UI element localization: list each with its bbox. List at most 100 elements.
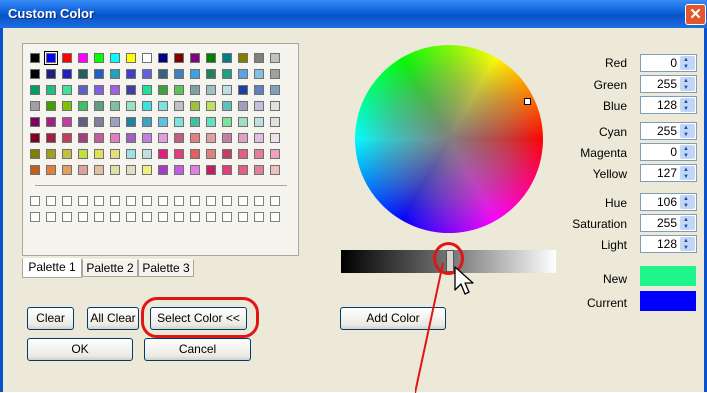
- palette-swatch[interactable]: [78, 53, 88, 63]
- palette-swatch[interactable]: [30, 69, 40, 79]
- palette-swatch[interactable]: [270, 117, 280, 127]
- custom-color-slot[interactable]: [190, 196, 200, 206]
- spin-arrows-icon[interactable]: ▲ ▼: [680, 237, 695, 251]
- palette-swatch[interactable]: [254, 53, 264, 63]
- spin-arrows-icon[interactable]: ▲ ▼: [680, 98, 695, 112]
- palette-swatch[interactable]: [110, 101, 120, 111]
- custom-color-slot[interactable]: [238, 212, 248, 222]
- palette-swatch[interactable]: [46, 165, 56, 175]
- close-button[interactable]: ✕: [685, 4, 706, 25]
- palette-swatch[interactable]: [94, 133, 104, 143]
- spin-arrows-icon[interactable]: ▲ ▼: [680, 166, 695, 180]
- palette-swatch[interactable]: [254, 85, 264, 95]
- palette-swatch[interactable]: [142, 85, 152, 95]
- tab-palette-2[interactable]: Palette 2: [82, 259, 138, 277]
- custom-color-slot[interactable]: [78, 196, 88, 206]
- palette-swatch[interactable]: [142, 117, 152, 127]
- palette-swatch[interactable]: [44, 51, 58, 65]
- color-wheel[interactable]: [355, 45, 543, 233]
- custom-color-slot[interactable]: [46, 212, 56, 222]
- palette-swatch[interactable]: [222, 165, 232, 175]
- palette-swatch[interactable]: [254, 117, 264, 127]
- spin-arrows-icon[interactable]: ▲ ▼: [680, 77, 695, 91]
- title-bar[interactable]: Custom Color ✕: [0, 0, 707, 28]
- palette-swatch[interactable]: [222, 133, 232, 143]
- palette-swatch[interactable]: [238, 133, 248, 143]
- saturation-spinner[interactable]: 255 ▲ ▼: [640, 214, 697, 232]
- custom-color-slot[interactable]: [158, 196, 168, 206]
- palette-swatch[interactable]: [142, 133, 152, 143]
- palette-swatch[interactable]: [270, 149, 280, 159]
- custom-color-slot[interactable]: [62, 212, 72, 222]
- palette-swatch[interactable]: [222, 117, 232, 127]
- palette-swatch[interactable]: [62, 133, 72, 143]
- palette-swatch[interactable]: [46, 85, 56, 95]
- green-spinner[interactable]: 255 ▲ ▼: [640, 75, 697, 93]
- palette-swatch[interactable]: [158, 133, 168, 143]
- light-spinner[interactable]: 128 ▲ ▼: [640, 235, 697, 253]
- palette-swatch[interactable]: [270, 53, 280, 63]
- palette-swatch[interactable]: [78, 133, 88, 143]
- palette-swatch[interactable]: [158, 69, 168, 79]
- yellow-spinner[interactable]: 127 ▲ ▼: [640, 164, 697, 182]
- palette-swatch[interactable]: [142, 149, 152, 159]
- custom-color-slot[interactable]: [222, 196, 232, 206]
- hue-spinner[interactable]: 106 ▲ ▼: [640, 193, 697, 211]
- palette-swatch[interactable]: [254, 133, 264, 143]
- palette-swatch[interactable]: [46, 117, 56, 127]
- custom-color-slot[interactable]: [254, 196, 264, 206]
- palette-swatch[interactable]: [238, 165, 248, 175]
- custom-color-slot[interactable]: [190, 212, 200, 222]
- custom-color-slot[interactable]: [94, 212, 104, 222]
- palette-swatch[interactable]: [78, 149, 88, 159]
- palette-swatch[interactable]: [110, 165, 120, 175]
- custom-color-slot[interactable]: [126, 212, 136, 222]
- palette-swatch[interactable]: [174, 85, 184, 95]
- palette-swatch[interactable]: [190, 53, 200, 63]
- magenta-value[interactable]: 0: [670, 145, 677, 159]
- palette-swatch[interactable]: [190, 85, 200, 95]
- palette-swatch[interactable]: [222, 101, 232, 111]
- palette-swatch[interactable]: [190, 149, 200, 159]
- palette-swatch[interactable]: [94, 53, 104, 63]
- palette-swatch[interactable]: [30, 117, 40, 127]
- light-value[interactable]: 128: [657, 237, 677, 251]
- custom-color-slot[interactable]: [222, 212, 232, 222]
- palette-swatch[interactable]: [30, 85, 40, 95]
- custom-color-slot[interactable]: [206, 212, 216, 222]
- palette-swatch[interactable]: [158, 165, 168, 175]
- palette-swatch[interactable]: [62, 69, 72, 79]
- palette-swatch[interactable]: [126, 165, 136, 175]
- palette-swatch[interactable]: [78, 101, 88, 111]
- palette-swatch[interactable]: [30, 133, 40, 143]
- palette-swatch[interactable]: [254, 165, 264, 175]
- palette-swatch[interactable]: [62, 85, 72, 95]
- palette-swatch[interactable]: [94, 149, 104, 159]
- palette-swatch[interactable]: [270, 85, 280, 95]
- palette-swatch[interactable]: [94, 117, 104, 127]
- custom-color-slot[interactable]: [94, 196, 104, 206]
- palette-swatch[interactable]: [110, 69, 120, 79]
- palette-swatch[interactable]: [126, 101, 136, 111]
- palette-swatch[interactable]: [206, 149, 216, 159]
- palette-swatch[interactable]: [158, 117, 168, 127]
- palette-swatch[interactable]: [78, 117, 88, 127]
- palette-swatch[interactable]: [190, 117, 200, 127]
- palette-swatch[interactable]: [222, 53, 232, 63]
- tab-palette-1[interactable]: Palette 1: [22, 258, 82, 278]
- palette-swatch[interactable]: [30, 149, 40, 159]
- palette-swatch[interactable]: [206, 101, 216, 111]
- custom-color-slot[interactable]: [174, 212, 184, 222]
- palette-swatch[interactable]: [270, 69, 280, 79]
- palette-swatch[interactable]: [174, 133, 184, 143]
- tab-palette-3[interactable]: Palette 3: [138, 259, 194, 277]
- cyan-value[interactable]: 255: [657, 124, 677, 138]
- palette-swatch[interactable]: [94, 165, 104, 175]
- palette-swatch[interactable]: [190, 133, 200, 143]
- custom-color-slot[interactable]: [126, 196, 136, 206]
- palette-swatch[interactable]: [62, 53, 72, 63]
- palette-swatch[interactable]: [142, 165, 152, 175]
- palette-swatch[interactable]: [174, 165, 184, 175]
- palette-swatch[interactable]: [238, 53, 248, 63]
- palette-swatch[interactable]: [30, 53, 40, 63]
